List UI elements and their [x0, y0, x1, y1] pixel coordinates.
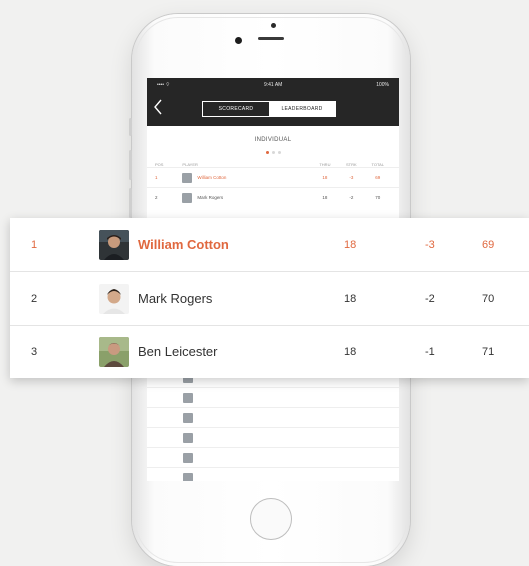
player-name: Ben Leicester [138, 344, 218, 359]
row-pos: 1 [155, 175, 158, 180]
col-header-pos: POS [155, 162, 164, 167]
total-value: 70 [482, 292, 495, 305]
row-name: Mark Rogers [197, 195, 224, 200]
avatar [99, 229, 129, 260]
row-strokes: -3 [349, 175, 354, 180]
row-name: William Cotton [197, 175, 227, 180]
leaderboard-row-1[interactable]: 1 William Cotton 18 -3 69 [10, 218, 529, 271]
table-row[interactable] [147, 407, 399, 427]
status-battery: 100% [376, 82, 389, 88]
avatar [99, 283, 129, 314]
avatar [99, 336, 129, 367]
phone-speaker [258, 37, 284, 40]
table-header: POS PLAYER THRU STRK TOTAL [147, 162, 399, 167]
page-dot[interactable] [265, 151, 269, 154]
thru-value: 18 [344, 292, 357, 305]
col-header-player: PLAYER [182, 162, 198, 167]
position-number: 1 [31, 238, 38, 251]
table-row[interactable] [147, 467, 399, 481]
leaderboard-zoom-card: 1 William Cotton 18 -3 69 2 Mark Rogers [10, 218, 529, 378]
col-header-thru: THRU [319, 162, 331, 167]
row-strokes: -2 [349, 195, 354, 200]
avatar [183, 432, 193, 443]
total-value: 69 [482, 238, 495, 251]
tab-scorecard[interactable]: SCORECARD [203, 102, 269, 116]
page-dot[interactable] [271, 151, 275, 154]
table-row[interactable]: 1 William Cotton 18 -3 69 [147, 167, 399, 187]
leaderboard-row-2[interactable]: 2 Mark Rogers 18 -2 70 [10, 271, 529, 326]
section-title: INDIVIDUAL [254, 137, 292, 143]
segmented-control: SCORECARD LEADERBOARD [202, 101, 336, 117]
row-player [183, 472, 315, 481]
table-row[interactable] [147, 387, 399, 407]
total-value: 71 [482, 345, 495, 358]
page-indicator [147, 151, 399, 154]
avatar [182, 172, 193, 183]
phone-volume-up [129, 150, 132, 180]
nav-bar: SCORECARD LEADERBOARD [147, 92, 399, 126]
leaderboard-row-3[interactable]: 3 Ben Leicester 18 -1 71 [10, 325, 529, 378]
status-time: 9:41 AM [263, 82, 283, 88]
avatar [183, 412, 193, 423]
back-button[interactable] [153, 99, 167, 117]
page-dot[interactable] [277, 151, 281, 154]
row-thru: 18 [322, 195, 328, 200]
strokes-value: -2 [425, 292, 435, 305]
thru-value: 18 [344, 345, 357, 358]
row-player [183, 432, 315, 443]
position-number: 2 [31, 292, 38, 305]
row-pos: 2 [155, 195, 158, 200]
home-button[interactable] [250, 498, 292, 540]
row-player [183, 392, 315, 403]
table-row[interactable] [147, 447, 399, 467]
position-number: 3 [31, 345, 38, 358]
player-name: William Cotton [138, 237, 229, 252]
table-row[interactable]: 2 Mark Rogers 18 -2 70 [147, 187, 399, 207]
row-thru: 18 [322, 175, 328, 180]
strokes-value: -3 [425, 238, 435, 251]
row-player: Mark Rogers [182, 192, 311, 203]
status-carrier: •••• ⌔ [157, 82, 171, 88]
tab-leaderboard[interactable]: LEADERBOARD [269, 102, 335, 116]
row-player: William Cotton [182, 172, 311, 183]
row-total: 70 [375, 195, 381, 200]
avatar [182, 192, 193, 203]
chevron-left-icon [154, 99, 162, 115]
col-header-strokes: STRK [346, 162, 357, 167]
status-bar: •••• ⌔ 9:41 AM 100% [147, 78, 399, 92]
avatar [183, 452, 193, 463]
table-row[interactable] [147, 427, 399, 447]
phone-camera [235, 37, 242, 44]
row-player [183, 412, 315, 423]
strokes-value: -1 [425, 345, 435, 358]
row-player [183, 452, 315, 463]
phone-sensor [271, 23, 276, 28]
avatar [183, 392, 193, 403]
phone-volume-down [129, 188, 132, 218]
player-name: Mark Rogers [138, 291, 213, 306]
phone-side-button [129, 118, 132, 136]
col-header-total: TOTAL [371, 162, 385, 167]
thru-value: 18 [344, 238, 357, 251]
row-total: 69 [375, 175, 381, 180]
avatar [183, 472, 193, 481]
